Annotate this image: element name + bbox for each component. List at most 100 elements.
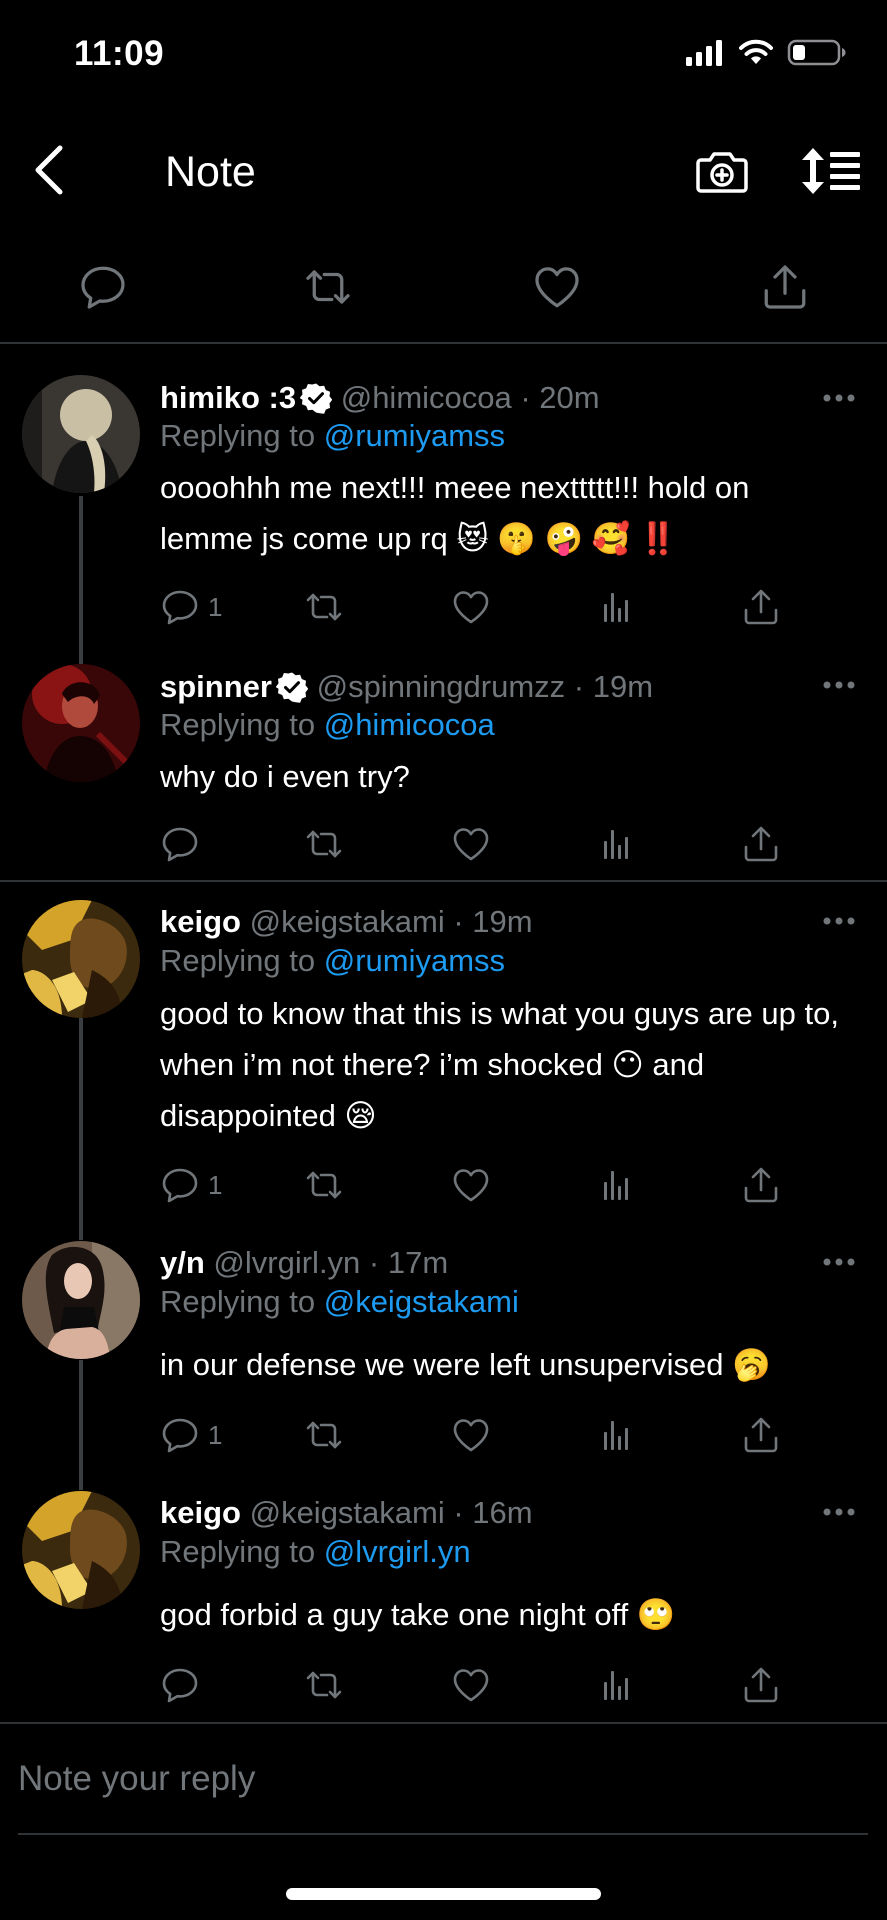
status-icons — [685, 38, 847, 66]
thread-line — [79, 496, 83, 664]
retweet-icon[interactable] — [304, 587, 344, 627]
tweet-actions: 1 — [0, 1165, 887, 1205]
replying-to-label: Replying to — [160, 707, 324, 742]
username-handle[interactable]: @spinningdrumzz — [317, 669, 566, 704]
like-icon[interactable] — [451, 1165, 491, 1205]
display-name[interactable]: keigo — [160, 904, 241, 939]
home-indicator[interactable] — [286, 1888, 601, 1900]
page-title: Note — [165, 148, 256, 196]
like-icon[interactable] — [532, 262, 582, 312]
tweet-text: why do i even try? — [160, 759, 410, 794]
reply-input[interactable] — [18, 1754, 858, 1804]
more-options-icon[interactable] — [822, 1256, 856, 1268]
avatar[interactable] — [22, 1241, 140, 1359]
replying-to: Replying to @rumiyamss — [160, 943, 505, 979]
replying-to-mention[interactable]: @keigstakami — [324, 1284, 519, 1319]
main-tweet-actions — [0, 262, 887, 332]
more-options-icon[interactable] — [822, 915, 856, 927]
tweet-actions: 1 — [0, 1415, 887, 1455]
divider — [0, 880, 887, 882]
replying-to-label: Replying to — [160, 1534, 324, 1569]
reply-icon[interactable] — [160, 824, 200, 864]
tweet-text: good to know that this is what you guys … — [160, 996, 839, 1133]
share-icon[interactable] — [741, 1415, 781, 1455]
battery-icon — [787, 39, 846, 66]
display-name[interactable]: y/n — [160, 1245, 205, 1280]
tweet-text: oooohhh me next!!! meee nexttttt!!! hold… — [160, 470, 750, 556]
replying-to-mention[interactable]: @lvrgirl.yn — [324, 1534, 471, 1569]
analytics-icon[interactable] — [597, 1415, 637, 1455]
replying-to: Replying to @keigstakami — [160, 1284, 519, 1320]
tweet-header: keigo @keigstakami · 19m — [160, 904, 533, 940]
back-arrow-icon[interactable] — [28, 144, 72, 196]
share-icon[interactable] — [741, 1165, 781, 1205]
verified-badge-icon — [300, 382, 332, 414]
tweet-text: in our defense we were left unsupervised… — [160, 1347, 771, 1382]
reply-icon[interactable] — [160, 1415, 200, 1455]
replying-to: Replying to @lvrgirl.yn — [160, 1534, 471, 1570]
replying-to-label: Replying to — [160, 943, 324, 978]
replying-to-mention[interactable]: @rumiyamss — [324, 943, 505, 978]
like-icon[interactable] — [451, 824, 491, 864]
retweet-icon[interactable] — [303, 262, 353, 312]
reply-icon[interactable] — [160, 587, 200, 627]
divider — [0, 342, 887, 344]
share-icon[interactable] — [741, 1665, 781, 1705]
more-options-icon[interactable] — [822, 679, 856, 691]
tweet-actions — [0, 824, 887, 864]
tweet-header: spinner @spinningdrumzz · 19m — [160, 669, 653, 705]
timestamp: · 19m — [453, 904, 533, 939]
timestamp: · 16m — [453, 1495, 533, 1530]
tweet-actions — [0, 1665, 887, 1705]
retweet-icon[interactable] — [304, 1165, 344, 1205]
share-icon[interactable] — [760, 262, 810, 312]
replying-to-mention[interactable]: @himicocoa — [324, 707, 495, 742]
replying-to: Replying to @himicocoa — [160, 707, 495, 743]
username-handle[interactable]: @keigstakami — [250, 1495, 445, 1530]
username-handle[interactable]: @lvrgirl.yn — [213, 1245, 360, 1280]
reply-icon[interactable] — [78, 262, 128, 312]
replying-to-mention[interactable]: @rumiyamss — [324, 418, 505, 453]
more-options-icon[interactable] — [822, 1506, 856, 1518]
reply-underline — [18, 1833, 868, 1835]
share-icon[interactable] — [741, 587, 781, 627]
reply-icon[interactable] — [160, 1165, 200, 1205]
avatar[interactable] — [22, 664, 140, 782]
reply-icon[interactable] — [160, 1665, 200, 1705]
username-handle[interactable]: @himicocoa — [341, 380, 512, 415]
replying-to-label: Replying to — [160, 1284, 324, 1319]
display-name[interactable]: keigo — [160, 1495, 241, 1530]
display-name[interactable]: himiko :3 — [160, 380, 296, 415]
more-options-icon[interactable] — [822, 392, 856, 404]
tweet-text: god forbid a guy take one night off 🙄 — [160, 1597, 676, 1632]
sort-replies-icon[interactable] — [800, 146, 862, 196]
analytics-icon[interactable] — [597, 1165, 637, 1205]
status-time: 11:09 — [74, 34, 165, 73]
cellular-signal-icon — [686, 40, 722, 66]
camera-icon[interactable] — [695, 146, 749, 196]
tweet-header: keigo @keigstakami · 16m — [160, 1495, 533, 1531]
retweet-icon[interactable] — [304, 1415, 344, 1455]
avatar[interactable] — [22, 1491, 140, 1609]
display-name[interactable]: spinner — [160, 669, 272, 704]
retweet-icon[interactable] — [304, 824, 344, 864]
retweet-icon[interactable] — [304, 1665, 344, 1705]
username-handle[interactable]: @keigstakami — [250, 904, 445, 939]
reply-count: 1 — [208, 1170, 223, 1200]
tweet-header: y/n @lvrgirl.yn · 17m — [160, 1245, 448, 1281]
analytics-icon[interactable] — [597, 1665, 637, 1705]
replying-to: Replying to @rumiyamss — [160, 418, 505, 454]
like-icon[interactable] — [451, 587, 491, 627]
like-icon[interactable] — [451, 1665, 491, 1705]
status-bar: 11:09 — [0, 0, 887, 110]
share-icon[interactable] — [741, 824, 781, 864]
avatar[interactable] — [22, 900, 140, 1018]
replying-to-label: Replying to — [160, 418, 324, 453]
avatar[interactable] — [22, 375, 140, 493]
top-nav-bar: Note — [0, 120, 887, 220]
analytics-icon[interactable] — [597, 824, 637, 864]
analytics-icon[interactable] — [597, 587, 637, 627]
reply-count: 1 — [208, 1420, 223, 1450]
reply-composer — [0, 1720, 887, 1840]
like-icon[interactable] — [451, 1415, 491, 1455]
